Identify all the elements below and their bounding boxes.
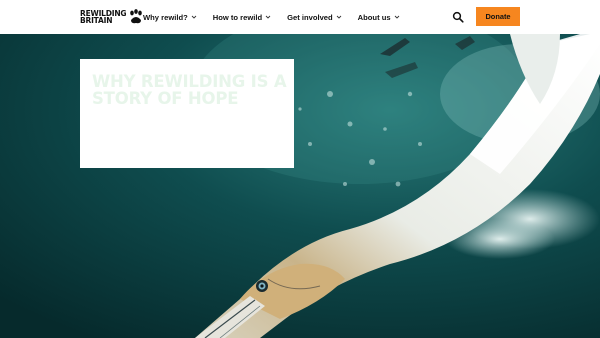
nav-item-why-rewild[interactable]: Why rewild? <box>143 13 197 22</box>
nav-item-label: About us <box>357 12 391 22</box>
nav-item-about-us[interactable]: About us <box>358 13 400 22</box>
paw-icon <box>130 9 143 24</box>
logo-wordmark: REWILDING BRITAIN <box>80 10 127 25</box>
hero-card: WHY REWILDING IS A STORY OF HOPE <box>80 59 294 168</box>
nav-item-label: How to rewild <box>212 12 263 22</box>
donate-button[interactable]: Donate <box>476 7 520 26</box>
chevron-down-icon <box>265 15 271 19</box>
hero-title: WHY REWILDING IS A STORY OF HOPE <box>92 72 287 108</box>
nav-item-how-to-rewild[interactable]: How to rewild <box>213 13 271 22</box>
search-icon[interactable] <box>452 11 464 23</box>
nav-item-get-involved[interactable]: Get involved <box>287 13 342 22</box>
nav-item-label: Get involved <box>287 12 333 22</box>
site-logo[interactable]: REWILDING BRITAIN <box>80 9 143 25</box>
hero-banner: WHY REWILDING IS A STORY OF HOPE <box>0 34 600 338</box>
chevron-down-icon <box>336 15 341 19</box>
main-nav: Why rewild? How to rewild Get involved A… <box>143 0 416 34</box>
logo-line-2: BRITAIN <box>80 16 113 25</box>
chevron-down-icon <box>191 15 197 19</box>
chevron-down-icon <box>394 15 399 19</box>
site-header: REWILDING BRITAIN Why rewild? How to rew… <box>0 0 600 34</box>
nav-item-label: Why rewild? <box>143 12 188 22</box>
